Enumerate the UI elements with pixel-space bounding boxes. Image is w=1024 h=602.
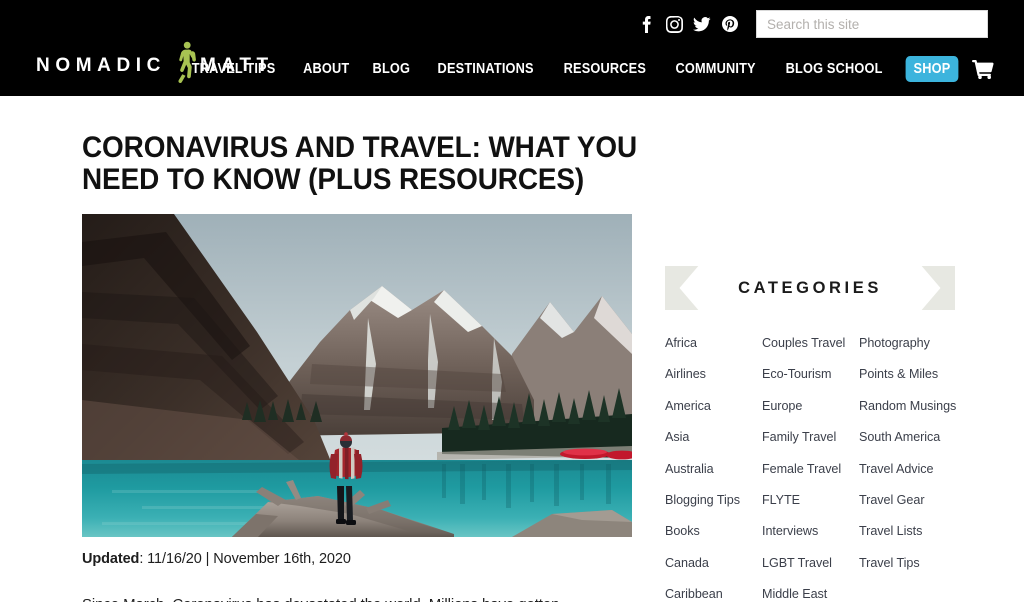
- page-body: Coronavirus and Travel: What You Need to…: [0, 96, 1024, 602]
- page-title: Coronavirus and Travel: What You Need to…: [82, 131, 638, 196]
- category-link[interactable]: Interviews: [762, 524, 859, 538]
- twitter-icon[interactable]: [690, 11, 714, 37]
- category-link[interactable]: Points & Miles: [859, 367, 955, 381]
- post-updated-meta: Updated: 11/16/20 | November 16th, 2020: [82, 551, 632, 567]
- hero-image: [82, 213, 632, 537]
- categories-list: Africa Couples Travel Photography Airlin…: [665, 336, 956, 602]
- sidebar: Categories Africa Couples Travel Photogr…: [665, 106, 956, 602]
- category-link[interactable]: Africa: [665, 336, 762, 350]
- article: Coronavirus and Travel: What You Need to…: [82, 132, 637, 602]
- category-link[interactable]: Asia: [665, 430, 762, 444]
- category-link[interactable]: FLYTE: [762, 493, 859, 507]
- nav-item-travel-tips[interactable]: TRAVEL TIPS: [184, 61, 284, 77]
- category-link[interactable]: Family Travel: [762, 430, 859, 444]
- social-links: [634, 11, 742, 37]
- categories-heading: Categories: [738, 278, 882, 297]
- category-link[interactable]: Eco-Tourism: [762, 367, 859, 381]
- post-updated-label: Updated: [82, 550, 140, 567]
- logo-text-left: NOMADIC: [36, 54, 166, 76]
- search-input[interactable]: [756, 10, 988, 38]
- category-link[interactable]: Photography: [859, 336, 955, 350]
- category-link[interactable]: Books: [665, 524, 762, 538]
- category-link[interactable]: Middle East: [762, 587, 859, 601]
- category-link[interactable]: Caribbean: [665, 587, 762, 601]
- shop-button[interactable]: SHOP: [905, 56, 959, 82]
- category-link[interactable]: Travel Tips: [859, 556, 955, 570]
- category-link[interactable]: Australia: [665, 462, 762, 476]
- categories-ribbon: Categories: [665, 266, 955, 310]
- category-link[interactable]: Travel Lists: [859, 524, 955, 538]
- category-link[interactable]: LGBT Travel: [762, 556, 859, 570]
- shopping-cart-icon[interactable]: [972, 59, 994, 79]
- nav-item-community[interactable]: COMMUNITY: [667, 61, 763, 77]
- category-link[interactable]: Female Travel: [762, 462, 859, 476]
- category-link[interactable]: Canada: [665, 556, 762, 570]
- category-link[interactable]: Airlines: [665, 367, 762, 381]
- category-link[interactable]: America: [665, 399, 762, 413]
- category-link[interactable]: Couples Travel: [762, 336, 859, 350]
- main-navigation: TRAVEL TIPS ABOUT BLOG DESTINATIONS RESO…: [177, 56, 994, 82]
- category-link-empty: [859, 587, 955, 601]
- category-link[interactable]: Europe: [762, 399, 859, 413]
- post-body-paragraph: Since March, Coronavirus has devastated …: [82, 593, 622, 602]
- category-link[interactable]: Random Musings: [859, 399, 956, 413]
- pinterest-icon[interactable]: [718, 11, 742, 37]
- nav-item-about[interactable]: ABOUT: [295, 61, 357, 77]
- hero-illustration: [82, 213, 632, 537]
- nav-item-blog-school[interactable]: BLOG SCHOOL: [778, 61, 891, 77]
- post-updated-value: : 11/16/20 | November 16th, 2020: [139, 550, 351, 567]
- category-link[interactable]: Blogging Tips: [665, 493, 762, 507]
- category-link[interactable]: Travel Advice: [859, 462, 955, 476]
- instagram-icon[interactable]: [662, 11, 686, 37]
- facebook-icon[interactable]: [634, 11, 658, 37]
- nav-item-resources[interactable]: RESOURCES: [556, 61, 654, 77]
- site-header: NOMADIC MATT TRAVEL TIPS ABOUT BLOG DEST…: [0, 0, 1024, 96]
- nav-item-blog[interactable]: BLOG: [365, 61, 418, 77]
- category-link[interactable]: Travel Gear: [859, 493, 955, 507]
- nav-item-destinations[interactable]: DESTINATIONS: [429, 61, 541, 77]
- utility-bar: [634, 10, 988, 38]
- category-link[interactable]: South America: [859, 430, 955, 444]
